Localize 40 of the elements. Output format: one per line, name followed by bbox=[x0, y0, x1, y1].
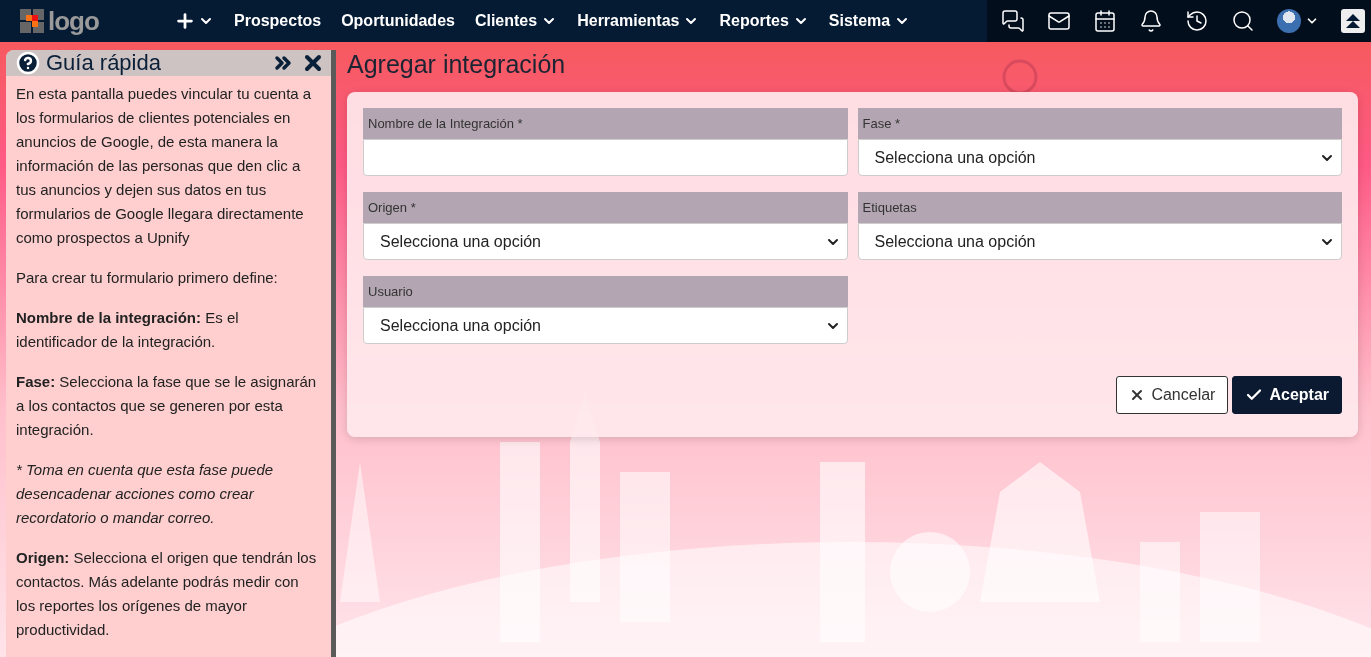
scroll-top-button[interactable] bbox=[1341, 9, 1365, 33]
plus-icon bbox=[174, 10, 196, 32]
guide-paragraph: Fase: Selecciona la fase que se le asignarán a los contactos que se generen por esta integración. bbox=[16, 372, 318, 440]
logo-text: logo bbox=[48, 5, 99, 37]
note-text: * Toma en cuenta que esta fase puede desencadenar acciones como crear recordatorio o mandar correo. bbox=[16, 460, 275, 528]
nav-menu-item[interactable]: Reportes bbox=[709, 12, 819, 30]
calendar-icon[interactable] bbox=[1093, 9, 1117, 33]
nav-menu-item[interactable]: Clientes bbox=[464, 12, 568, 30]
nav-menu-item[interactable]: Sistema bbox=[818, 12, 921, 30]
mail-icon[interactable] bbox=[1047, 9, 1071, 33]
help-icon bbox=[16, 51, 40, 75]
guide-paragraph: Origen: Selecciona el origen que tendrán los contactos. Más adelante podrás medir con los reportes los orígenes de mayor productividad. bbox=[16, 548, 318, 640]
field-label: Fase * bbox=[857, 108, 1342, 139]
field-label: Etiquetas bbox=[857, 192, 1342, 223]
cancel-button[interactable]: Cancelar bbox=[1116, 376, 1229, 414]
history-icon[interactable] bbox=[1185, 9, 1209, 33]
nav-menu-item[interactable]: Herramientas bbox=[567, 12, 710, 30]
panel-title: Guía rápida bbox=[46, 50, 162, 76]
search-icon[interactable] bbox=[1231, 9, 1255, 33]
input-field[interactable] bbox=[363, 139, 848, 176]
page-title: Agregar integración bbox=[347, 50, 567, 79]
field-label: Origen * bbox=[363, 192, 848, 223]
guide-paragraph: En esta pantalla puedes vincular tu cuenta a los formularios de clientes potenciales en anuncios de Google, de esta manera la información de las personas que den clic a tus anuncios y dejen sus datos en tus formularios de Google llegara directamente como prospectos a Upnify bbox=[16, 84, 313, 248]
logo-icon bbox=[20, 9, 44, 33]
select-field[interactable]: Selecciona una opción bbox=[857, 223, 1342, 260]
field-label: Usuario bbox=[363, 276, 848, 307]
bell-icon[interactable] bbox=[1139, 9, 1163, 33]
nav-menu-item[interactable]: Oportunidades bbox=[331, 12, 465, 30]
avatar-icon bbox=[1277, 9, 1301, 33]
accept-button[interactable]: Aceptar bbox=[1232, 376, 1342, 414]
select-field[interactable]: Selecciona una opción bbox=[363, 307, 848, 344]
nav-menu-item[interactable]: Prospectos bbox=[224, 12, 332, 30]
guide-paragraph: Para crear tu formulario primero define: bbox=[16, 268, 279, 288]
select-field[interactable]: Selecciona una opción bbox=[857, 139, 1342, 176]
chat-icon[interactable] bbox=[1001, 9, 1025, 33]
guide-paragraph: Nombre de la integración: Es el identificador de la integración. bbox=[16, 308, 240, 352]
double-up-arrow-icon bbox=[1345, 13, 1361, 29]
user-menu-button[interactable] bbox=[1277, 9, 1319, 33]
field-label: Nombre de la Integración * bbox=[363, 108, 848, 139]
select-field[interactable]: Selecciona una opción bbox=[363, 223, 848, 260]
